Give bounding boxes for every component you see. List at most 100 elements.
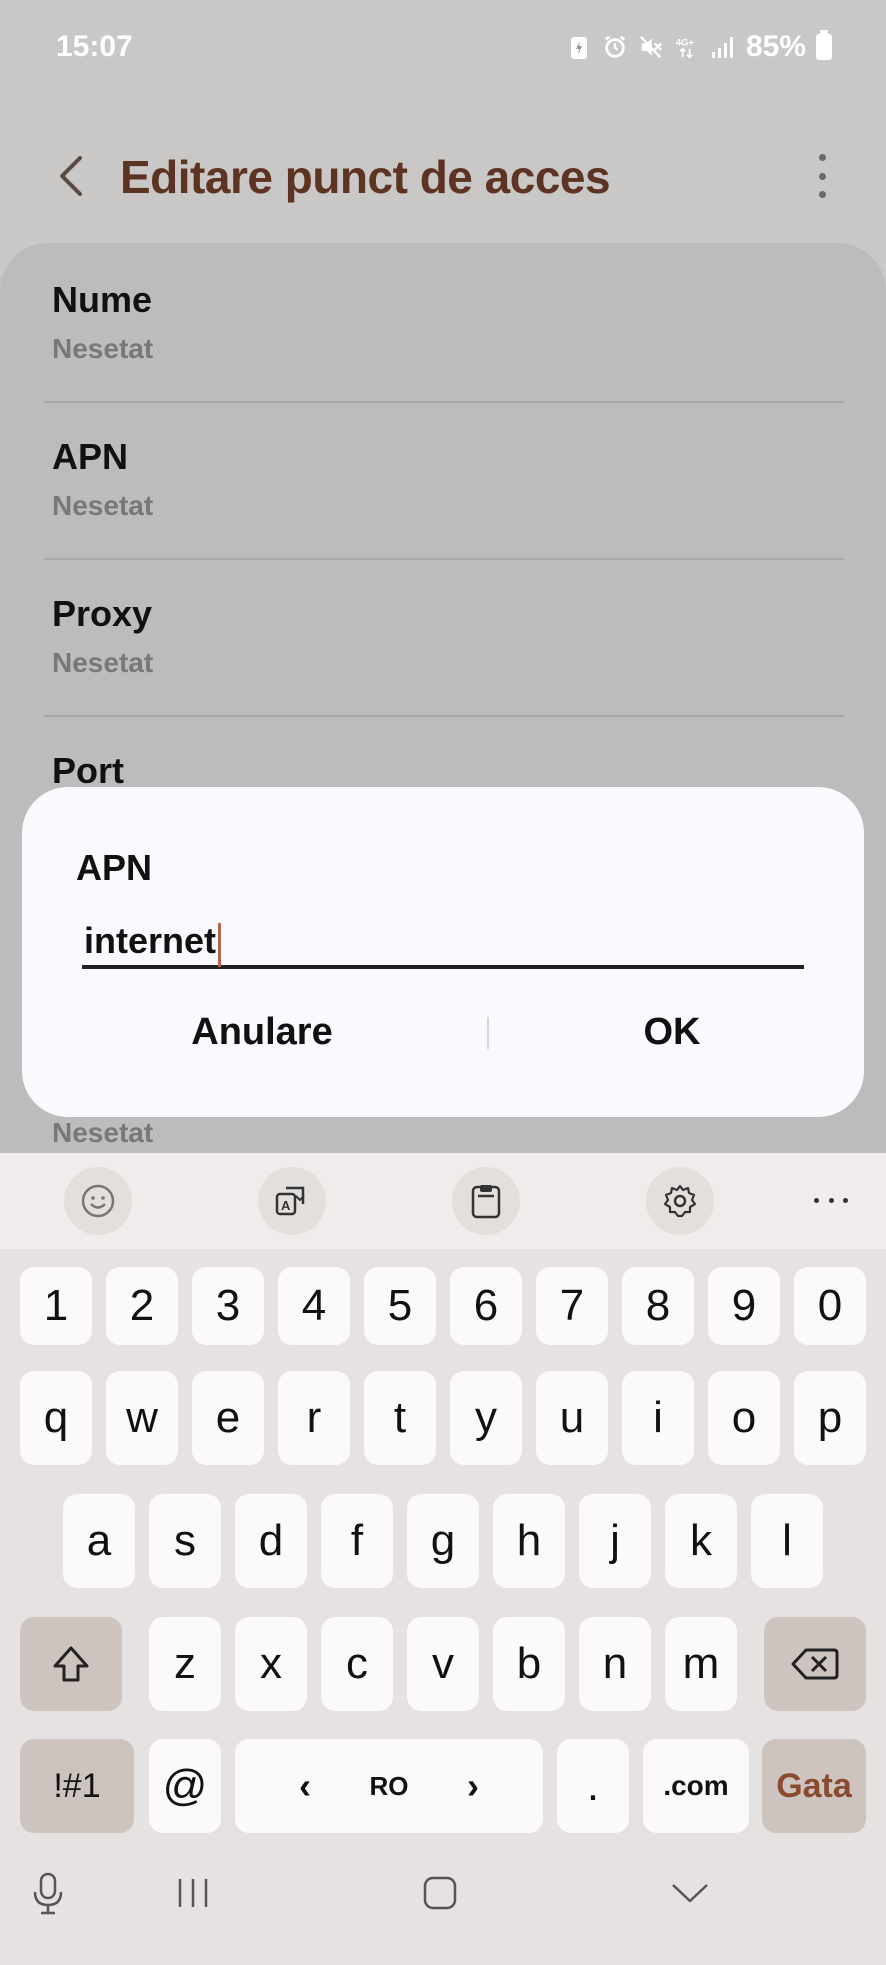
setting-value: Nesetat [52, 333, 154, 364]
setting-item-port[interactable]: Port [52, 750, 842, 792]
chevron-left-icon [60, 156, 82, 196]
clipboard-button[interactable] [452, 1167, 520, 1235]
navigation-bar [0, 1843, 886, 1965]
language-label: RO [369, 1770, 409, 1801]
key-a[interactable]: a [63, 1494, 135, 1588]
translate-button[interactable]: A [258, 1167, 326, 1235]
setting-item-partial[interactable]: Nesetat [52, 1117, 842, 1149]
status-time: 15:07 [56, 30, 133, 63]
at-key[interactable]: @ [149, 1739, 221, 1833]
page-title: Editare punct de acces [120, 151, 611, 203]
svg-text:A: A [281, 1198, 291, 1213]
more-options-button[interactable] [810, 154, 834, 198]
key-8[interactable]: 8 [622, 1267, 694, 1345]
home-icon [423, 1876, 457, 1910]
setting-item-apn[interactable]: APN Nesetat [52, 436, 842, 522]
setting-item-proxy[interactable]: Proxy Nesetat [52, 593, 842, 679]
battery-saver-icon [566, 34, 592, 60]
key-l[interactable]: l [751, 1494, 823, 1588]
key-x[interactable]: x [235, 1617, 307, 1711]
key-9[interactable]: 9 [708, 1267, 780, 1345]
setting-value: Nesetat [52, 647, 154, 678]
key-d[interactable]: d [235, 1494, 307, 1588]
key-s[interactable]: s [149, 1494, 221, 1588]
back-button[interactable] [48, 148, 92, 204]
key-z[interactable]: z [149, 1617, 221, 1711]
recent-apps-icon [178, 1879, 208, 1907]
setting-label: Nume [52, 279, 153, 320]
key-u[interactable]: u [536, 1371, 608, 1465]
hide-keyboard-button[interactable] [670, 1881, 710, 1905]
key-m[interactable]: m [665, 1617, 737, 1711]
cancel-button[interactable]: Anulare [82, 997, 442, 1067]
key-5[interactable]: 5 [364, 1267, 436, 1345]
key-k[interactable]: k [665, 1494, 737, 1588]
hide-keyboard-icon [672, 1884, 708, 1903]
key-3[interactable]: 3 [192, 1267, 264, 1345]
key-4[interactable]: 4 [278, 1267, 350, 1345]
mute-icon [638, 34, 664, 60]
translate-icon: A [275, 1186, 305, 1216]
done-key[interactable]: Gata [762, 1739, 866, 1833]
setting-label: Port [52, 750, 124, 791]
key-v[interactable]: v [407, 1617, 479, 1711]
key-h[interactable]: h [493, 1494, 565, 1588]
clipboard-icon [471, 1185, 501, 1219]
key-b[interactable]: b [493, 1617, 565, 1711]
key-c[interactable]: c [321, 1617, 393, 1711]
key-1[interactable]: 1 [20, 1267, 92, 1345]
setting-item-name[interactable]: Nume Nesetat [52, 279, 842, 365]
microphone-icon [33, 1872, 63, 1915]
key-2[interactable]: 2 [106, 1267, 178, 1345]
shift-key[interactable] [20, 1617, 122, 1711]
keyboard-settings-button[interactable] [646, 1167, 714, 1235]
apn-edit-dialog: APN Anulare OK [22, 787, 864, 1117]
key-f[interactable]: f [321, 1494, 393, 1588]
emoji-button[interactable] [64, 1167, 132, 1235]
status-bar: 15:07 4G+ 85% [0, 0, 886, 96]
key-i[interactable]: i [622, 1371, 694, 1465]
key-n[interactable]: n [579, 1617, 651, 1711]
shift-icon [53, 1646, 89, 1682]
space-key[interactable]: ‹ RO › [235, 1739, 543, 1833]
key-j[interactable]: j [579, 1494, 651, 1588]
setting-value: Nesetat [52, 1117, 154, 1148]
more-horizontal-icon [814, 1197, 819, 1203]
lang-prev-icon: ‹ [299, 1765, 311, 1806]
settings-icon [663, 1184, 697, 1218]
key-o[interactable]: o [708, 1371, 780, 1465]
home-button[interactable] [422, 1875, 458, 1911]
setting-value: Nesetat [52, 490, 154, 521]
backspace-key[interactable] [764, 1617, 866, 1711]
key-0[interactable]: 0 [794, 1267, 866, 1345]
battery-icon [816, 30, 832, 60]
keyboard-toolbar: A [0, 1153, 886, 1249]
key-t[interactable]: t [364, 1371, 436, 1465]
key-q[interactable]: q [20, 1371, 92, 1465]
setting-label: Proxy [52, 593, 153, 634]
recent-apps-button[interactable] [176, 1877, 210, 1909]
backspace-icon [791, 1648, 839, 1680]
apn-input[interactable] [82, 917, 804, 965]
dotcom-key[interactable]: .com [643, 1739, 749, 1833]
key-r[interactable]: r [278, 1371, 350, 1465]
ok-button[interactable]: OK [492, 997, 852, 1067]
keyboard-more-button[interactable] [814, 1183, 848, 1217]
divider [44, 715, 844, 717]
language-switcher: ‹ RO › [299, 1765, 479, 1807]
symbols-key[interactable]: !#1 [20, 1739, 134, 1833]
period-key[interactable]: . [557, 1739, 629, 1833]
key-g[interactable]: g [407, 1494, 479, 1588]
key-w[interactable]: w [106, 1371, 178, 1465]
dialog-title: APN [76, 847, 153, 888]
key-p[interactable]: p [794, 1371, 866, 1465]
key-7[interactable]: 7 [536, 1267, 608, 1345]
lang-next-icon: › [467, 1765, 479, 1806]
key-6[interactable]: 6 [450, 1267, 522, 1345]
more-vertical-icon [818, 154, 826, 161]
signal-icon [710, 34, 736, 60]
voice-input-button[interactable] [30, 1871, 66, 1917]
key-e[interactable]: e [192, 1371, 264, 1465]
apn-text-field[interactable] [82, 917, 804, 969]
key-y[interactable]: y [450, 1371, 522, 1465]
